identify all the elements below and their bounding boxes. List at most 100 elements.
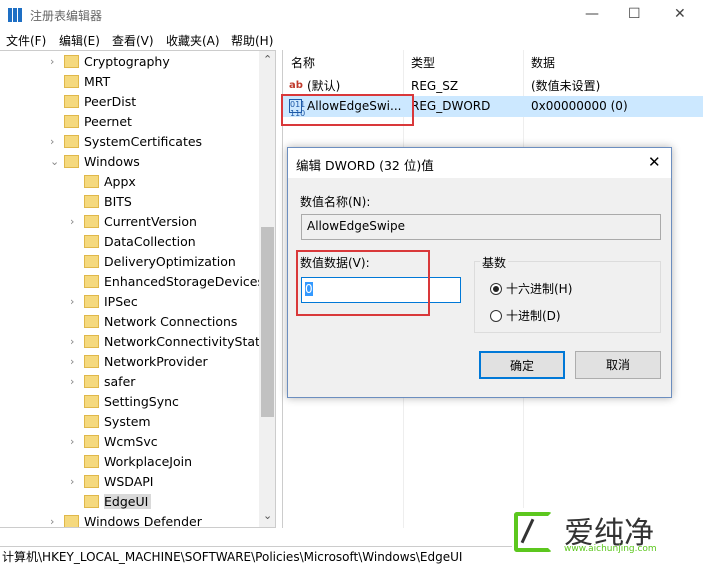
window-title: 注册表编辑器 (30, 9, 103, 23)
title-bar: 注册表编辑器 — ☐ ✕ (0, 0, 703, 30)
menu-view[interactable]: 查看(V) (112, 32, 154, 49)
tree-item-label: EdgeUI (104, 494, 152, 509)
tree-item-label: Peernet (84, 114, 132, 129)
tree-item-label: WorkplaceJoin (104, 454, 193, 469)
tree-item[interactable]: Appx (84, 172, 136, 192)
value-name: (默认) (307, 79, 341, 93)
tree-item-label: BITS (104, 194, 132, 209)
chevron-right-icon[interactable]: › (70, 432, 74, 452)
chevron-down-icon[interactable]: ⌄ (50, 152, 59, 172)
scroll-up-icon[interactable]: ⌃ (263, 53, 272, 66)
menu-help[interactable]: 帮助(H) (231, 32, 273, 49)
tree-item[interactable]: › CurrentVersion (70, 212, 197, 232)
tree-item[interactable]: Network Connections (84, 312, 237, 332)
folder-icon (84, 455, 99, 468)
radio-icon (490, 283, 502, 295)
folder-icon (64, 135, 79, 148)
highlight-box (281, 94, 414, 126)
chevron-right-icon[interactable]: › (70, 332, 74, 352)
tree-item[interactable]: PeerDist (64, 92, 136, 112)
chevron-right-icon[interactable]: › (50, 52, 54, 72)
tree-item[interactable]: ⌄ Windows (50, 152, 140, 172)
tree-item[interactable]: DataCollection (84, 232, 196, 252)
radio-hex-label: 十六进制(H) (506, 282, 573, 296)
tree-vertical-scrollbar[interactable]: ⌃ ⌄ (259, 51, 275, 527)
chevron-right-icon[interactable]: › (70, 472, 74, 492)
tree-item[interactable]: MRT (64, 72, 110, 92)
dialog-title: 编辑 DWORD (32 位)值 (288, 148, 671, 178)
folder-icon (64, 155, 79, 168)
tree-item[interactable]: › Cryptography (50, 52, 170, 72)
tree-item[interactable]: › Windows Defender (50, 512, 202, 527)
folder-icon (84, 295, 99, 308)
string-value-icon: ab (289, 80, 303, 91)
chevron-right-icon[interactable]: › (50, 512, 54, 527)
value-type: REG_DWORD (411, 99, 491, 113)
folder-icon (84, 255, 99, 268)
tree-item-label: EnhancedStorageDevices (104, 274, 264, 289)
tree-item-label: DeliveryOptimization (104, 254, 236, 269)
tree-item-label: Cryptography (84, 54, 170, 69)
tree-item-label: DataCollection (104, 234, 196, 249)
tree-item[interactable]: SettingSync (84, 392, 179, 412)
menu-edit[interactable]: 编辑(E) (59, 32, 100, 49)
maximize-button[interactable]: ☐ (628, 6, 641, 22)
tree-item[interactable]: Peernet (64, 112, 132, 132)
close-button[interactable]: ✕ (674, 6, 686, 22)
tree-item-label: System (104, 414, 151, 429)
tree-item-label: Appx (104, 174, 136, 189)
folder-icon (84, 435, 99, 448)
close-icon[interactable]: ✕ (648, 153, 661, 171)
highlight-box (296, 250, 430, 316)
registry-tree[interactable]: › Cryptography MRT PeerDist Peernet › SystemCe… (0, 50, 276, 528)
chevron-right-icon[interactable]: › (50, 132, 54, 152)
tree-item[interactable]: › NetworkProvider (70, 352, 208, 372)
chevron-right-icon[interactable]: › (70, 352, 74, 372)
menu-favorites[interactable]: 收藏夹(A) (166, 32, 220, 49)
tree-item[interactable]: BITS (84, 192, 132, 212)
tree-item[interactable]: › NetworkConnectivityStatus (70, 332, 275, 352)
value-name-field: AllowEdgeSwipe (301, 214, 661, 240)
tree-item-label: NetworkConnectivityStatus (104, 334, 275, 349)
folder-icon (84, 175, 99, 188)
tree-item[interactable]: › WcmSvc (70, 432, 158, 452)
folder-icon (84, 415, 99, 428)
tree-item[interactable]: DeliveryOptimization (84, 252, 236, 272)
chevron-right-icon[interactable]: › (70, 212, 74, 232)
folder-icon (84, 375, 99, 388)
radio-decimal[interactable]: 十进制(D) (490, 307, 561, 324)
tree-item-label: SystemCertificates (84, 134, 203, 149)
folder-icon (84, 395, 99, 408)
tree-item-label: SettingSync (104, 394, 179, 409)
tree-item-label: MRT (84, 74, 111, 89)
tree-item[interactable]: › SystemCertificates (50, 132, 203, 152)
tree-item[interactable]: › WSDAPI (70, 472, 153, 492)
tree-item[interactable]: › safer (70, 372, 136, 392)
folder-icon (84, 235, 99, 248)
value-data: 0x00000000 (0) (531, 99, 628, 113)
tree-item[interactable]: EnhancedStorageDevices (84, 272, 264, 292)
chevron-right-icon[interactable]: › (70, 372, 74, 392)
base-label: 基数 (480, 254, 509, 271)
tree-item-label: safer (104, 374, 136, 389)
tree-item[interactable]: EdgeUI (84, 492, 152, 512)
regedit-app-icon (8, 8, 22, 22)
scroll-down-icon[interactable]: ⌄ (263, 509, 272, 522)
tree-item[interactable]: WorkplaceJoin (84, 452, 192, 472)
menu-file[interactable]: 文件(F) (6, 32, 46, 49)
list-item[interactable]: ab (默认) REG_SZ (数值未设置) (283, 76, 703, 96)
column-header-name[interactable]: 名称 (291, 54, 315, 71)
column-header-type[interactable]: 类型 (411, 54, 435, 71)
tree-item[interactable]: › IPSec (70, 292, 138, 312)
tree-item[interactable]: System (84, 412, 151, 432)
column-header-data[interactable]: 数据 (531, 54, 555, 71)
watermark-logo: 爱纯净 www.aichunjing.com (512, 508, 703, 556)
folder-icon (64, 55, 79, 68)
chevron-right-icon[interactable]: › (70, 292, 74, 312)
folder-icon (64, 75, 79, 88)
radio-hex[interactable]: 十六进制(H) (490, 280, 572, 297)
minimize-button[interactable]: — (585, 6, 599, 22)
ok-button[interactable]: 确定 (479, 351, 565, 379)
scrollbar-thumb[interactable] (261, 227, 274, 417)
cancel-button[interactable]: 取消 (575, 351, 661, 379)
